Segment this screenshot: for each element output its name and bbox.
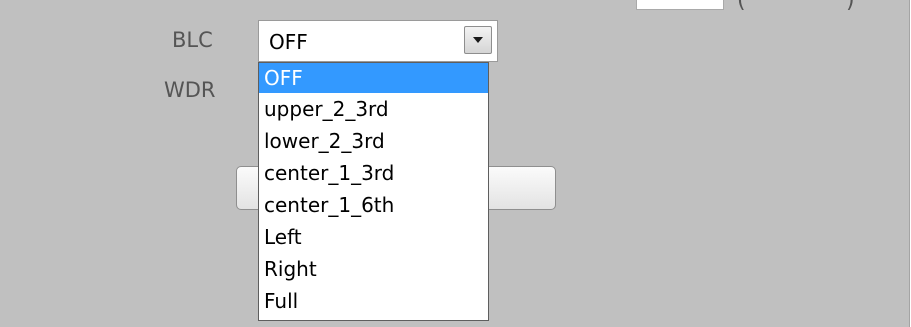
chevron-down-icon [473,37,483,43]
top-paren-left: ( [737,0,746,13]
blc-option-left[interactable]: Left [259,221,488,253]
blc-option-right[interactable]: Right [259,253,488,285]
blc-label: BLC [172,28,213,52]
blc-option-full[interactable]: Full [259,285,488,317]
blc-dropdown-list: OFF upper_2_3rd lower_2_3rd center_1_3rd… [258,62,489,321]
blc-select-arrow-button[interactable] [464,26,492,54]
blc-select[interactable]: OFF [258,20,498,62]
blc-select-value: OFF [269,30,308,54]
blc-option-center-1-3rd[interactable]: center_1_3rd [259,157,488,189]
top-input-field[interactable] [636,0,724,10]
blc-option-upper-2-3rd[interactable]: upper_2_3rd [259,93,488,125]
blc-option-off[interactable]: OFF [259,63,488,93]
blc-option-center-1-6th[interactable]: center_1_6th [259,189,488,221]
blc-option-lower-2-3rd[interactable]: lower_2_3rd [259,125,488,157]
wdr-label: WDR [164,78,216,102]
settings-panel: ( ) BLC WDR OFF lt OFF upper_2_3rd lower… [0,0,910,327]
top-paren-right: ) [846,0,855,13]
